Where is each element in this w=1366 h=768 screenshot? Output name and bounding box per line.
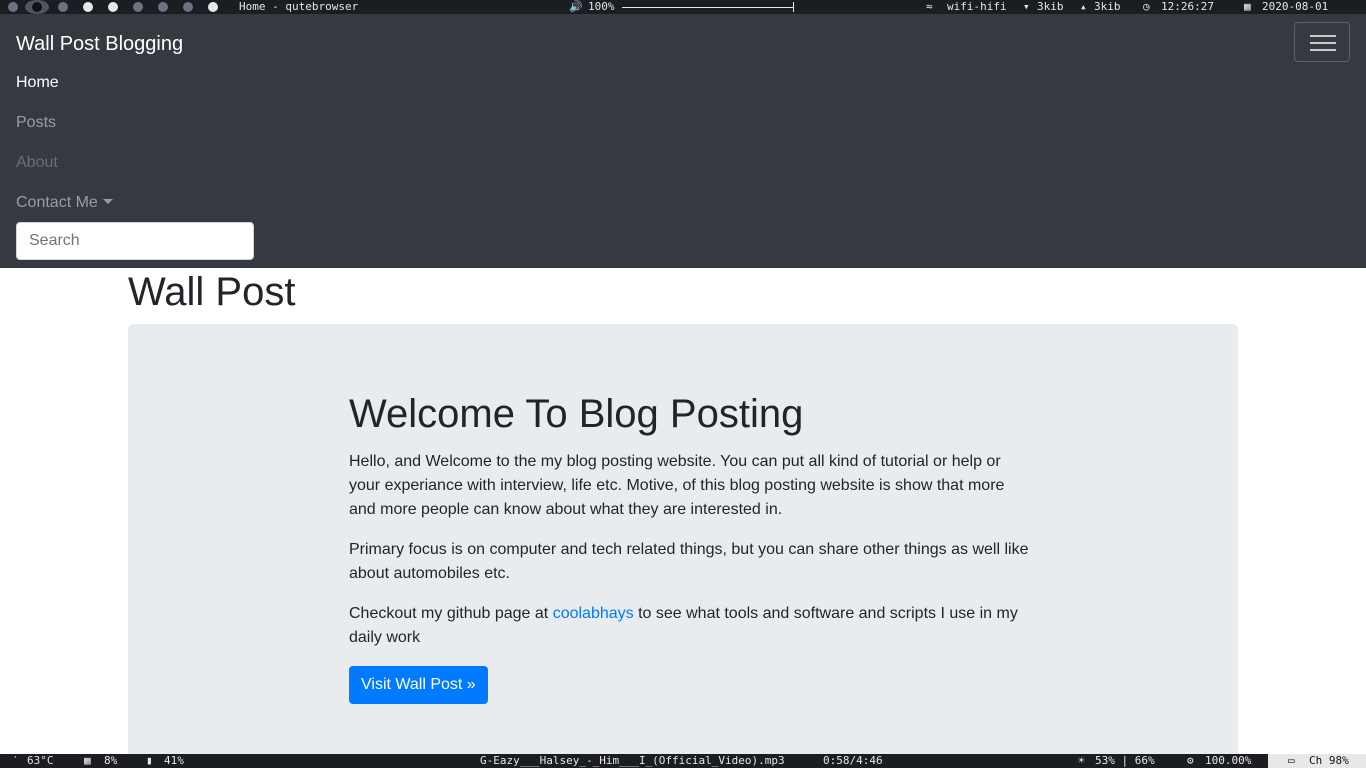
workspace-indicator-icon[interactable] bbox=[208, 2, 218, 12]
hamburger-icon bbox=[1310, 35, 1336, 37]
page-title: Wall Post bbox=[128, 270, 296, 314]
volume-text: 100% bbox=[588, 0, 615, 13]
brightness-icon: ☀ bbox=[1078, 754, 1085, 767]
speaker-icon: 🔊 bbox=[569, 0, 583, 13]
date-text: 2020-08-01 bbox=[1262, 0, 1329, 13]
arrow-down-icon: ▾ bbox=[1023, 0, 1030, 13]
volume-percent-text: 100.00% bbox=[1205, 754, 1252, 767]
hamburger-icon bbox=[1310, 49, 1336, 51]
upload-rate: 3kib bbox=[1094, 0, 1121, 13]
workspace-indicator-icon[interactable] bbox=[83, 2, 93, 12]
calendar-icon: ▦ bbox=[1244, 0, 1251, 13]
nav-link-contact-label: Contact Me bbox=[16, 194, 98, 211]
wifi-icon: ≈ bbox=[926, 0, 933, 13]
jumbotron-heading: Welcome To Blog Posting bbox=[349, 392, 804, 436]
workspace-indicator-icon[interactable] bbox=[8, 2, 18, 12]
cpu-text: 8% bbox=[104, 754, 118, 767]
jumbotron: Welcome To Blog Posting Hello, and Welco… bbox=[128, 324, 1238, 764]
download-rate: 3kib bbox=[1037, 0, 1064, 13]
jumbotron-content: Welcome To Blog Posting Hello, and Welco… bbox=[349, 390, 1029, 704]
search-input[interactable] bbox=[16, 222, 254, 260]
memory-icon: ▮ bbox=[146, 754, 153, 767]
nav-link-posts[interactable]: Posts bbox=[16, 114, 56, 132]
navbar-toggler-button[interactable] bbox=[1294, 22, 1350, 62]
memory-text: 41% bbox=[164, 754, 184, 767]
nav-link-about[interactable]: About bbox=[16, 154, 58, 172]
focus-paragraph: Primary focus is on computer and tech re… bbox=[349, 541, 1029, 582]
clock-time: 12:26:27 bbox=[1161, 0, 1214, 13]
hamburger-icon bbox=[1310, 42, 1336, 44]
wifi-name: wifi-hifi bbox=[947, 0, 1007, 13]
github-paragraph: Checkout my github page at coolabhays to… bbox=[349, 602, 1029, 650]
arrow-up-icon: ▴ bbox=[1080, 0, 1087, 13]
battery-status: ▭ Ch 98% bbox=[1268, 754, 1366, 768]
nav-link-contact-dropdown[interactable]: Contact Me bbox=[16, 194, 113, 212]
caret-down-icon bbox=[102, 199, 113, 204]
battery-text: Ch 98% bbox=[1309, 754, 1349, 767]
github-link[interactable]: coolabhays bbox=[553, 605, 634, 622]
navbar-brand[interactable]: Wall Post Blogging bbox=[16, 33, 183, 56]
intro-paragraph: Hello, and Welcome to the my blog postin… bbox=[349, 453, 1005, 518]
thermometer-icon: ′ bbox=[12, 754, 19, 767]
navbar: Wall Post Blogging Home Posts About Cont… bbox=[0, 14, 1366, 268]
workspace-indicator-icon[interactable] bbox=[133, 2, 143, 12]
media-title[interactable]: G-Eazy___Halsey_-_Him___I_(Official_Vide… bbox=[480, 754, 785, 768]
system-bottom-bar: ′ 63°C ▦ 8% ▮ 41% G-Eazy___Halsey_-_Him_… bbox=[0, 754, 1366, 768]
cpu-icon: ▦ bbox=[84, 754, 91, 767]
brightness-text: 53% | 66% bbox=[1095, 754, 1155, 767]
clock-icon: ◷ bbox=[1143, 0, 1150, 13]
workspace-indicator-icon[interactable] bbox=[58, 2, 68, 12]
window-title: Home - qutebrowser bbox=[239, 0, 359, 13]
battery-icon: ▭ bbox=[1288, 754, 1295, 767]
volume-bar[interactable] bbox=[622, 7, 794, 8]
nav-link-home[interactable]: Home bbox=[16, 74, 59, 92]
workspace-indicator-icon[interactable] bbox=[183, 2, 193, 12]
github-text-before: Checkout my github page at bbox=[349, 605, 553, 622]
workspace-active-icon[interactable] bbox=[32, 2, 42, 12]
volume-bar-end bbox=[793, 2, 794, 12]
visit-wall-post-button[interactable]: Visit Wall Post » bbox=[349, 666, 488, 704]
gear-icon: ⚙ bbox=[1187, 754, 1194, 767]
workspace-indicator-icon[interactable] bbox=[158, 2, 168, 12]
temperature-text: 63°C bbox=[27, 754, 54, 767]
workspace-indicator-icon[interactable] bbox=[108, 2, 118, 12]
system-top-bar: Home - qutebrowser 🔊 100% ≈ wifi-hifi ▾ … bbox=[0, 0, 1366, 14]
media-time: 0:58/4:46 bbox=[823, 754, 883, 767]
